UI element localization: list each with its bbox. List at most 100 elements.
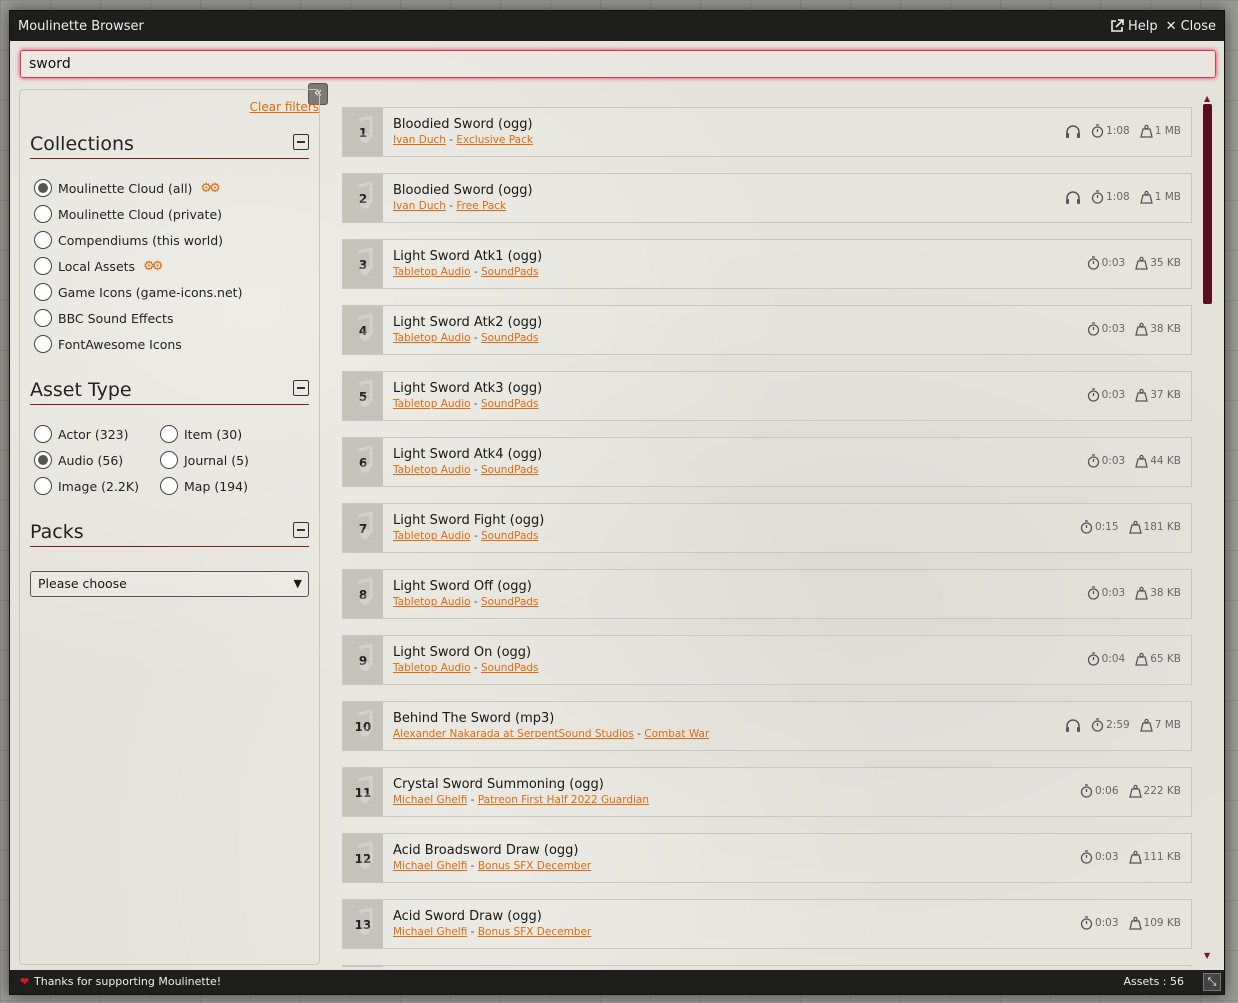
asset-type-option-journal[interactable]: Journal (5) — [160, 451, 249, 469]
result-credits: Alexander Nakarada at SerpentSound Studi… — [393, 728, 710, 740]
pack-link[interactable]: Free Pack — [456, 200, 506, 212]
result-thumbnail[interactable]: 8 — [343, 570, 383, 618]
pack-link[interactable]: Exclusive Pack — [456, 134, 533, 146]
collection-option-cloud-all[interactable]: Moulinette Cloud (all) ⚙⚙ — [34, 179, 221, 197]
search-input[interactable]: sword — [20, 50, 1216, 78]
settings-gears-icon[interactable]: ⚙⚙ — [143, 259, 163, 274]
result-row[interactable]: 9 Light Sword On (ogg) Tabletop Audio - So… — [342, 635, 1192, 685]
result-thumbnail[interactable]: 2 — [343, 174, 383, 222]
collection-option-game-icons[interactable]: Game Icons (game-icons.net) — [34, 283, 242, 301]
scrollbar-thumb[interactable] — [1203, 104, 1212, 304]
result-thumbnail[interactable]: 3 — [343, 240, 383, 288]
radio-button[interactable] — [160, 425, 178, 443]
scroll-up-arrow-icon[interactable]: ▲ — [1204, 94, 1210, 103]
collapse-collections-toggle[interactable] — [293, 134, 309, 150]
creator-link[interactable]: Alexander Nakarada at SerpentSound Studi… — [393, 728, 634, 740]
creator-link[interactable]: Tabletop Audio — [393, 596, 471, 608]
result-row[interactable]: 7 Light Sword Fight (ogg) Tabletop Audio -… — [342, 503, 1192, 553]
radio-button[interactable] — [34, 425, 52, 443]
pack-link[interactable]: Combat War — [644, 728, 709, 740]
radio-button[interactable] — [34, 309, 52, 327]
creator-link[interactable]: Michael Ghelfi — [393, 926, 467, 938]
result-thumbnail[interactable]: 5 — [343, 372, 383, 420]
creator-link[interactable]: Tabletop Audio — [393, 332, 471, 344]
creator-link[interactable]: Tabletop Audio — [393, 530, 471, 542]
creator-link[interactable]: Tabletop Audio — [393, 662, 471, 674]
result-row[interactable] — [342, 965, 1192, 967]
creator-link[interactable]: Tabletop Audio — [393, 464, 471, 476]
pack-link[interactable]: SoundPads — [481, 596, 539, 608]
collection-option-fontawesome[interactable]: FontAwesome Icons — [34, 335, 182, 353]
result-thumbnail[interactable]: 9 — [343, 636, 383, 684]
result-thumbnail[interactable]: 12 — [343, 834, 383, 882]
radio-button[interactable] — [34, 179, 52, 197]
collection-option-local-assets[interactable]: Local Assets ⚙⚙ — [34, 257, 163, 275]
creator-link[interactable]: Michael Ghelfi — [393, 860, 467, 872]
clear-filters-link[interactable]: Clear filters — [250, 100, 319, 114]
close-button[interactable]: ✕ Close — [1166, 19, 1216, 34]
result-thumbnail[interactable] — [343, 966, 383, 967]
settings-gears-icon[interactable]: ⚙⚙ — [200, 181, 220, 196]
headphones-icon[interactable] — [1065, 190, 1081, 204]
radio-button[interactable] — [160, 451, 178, 469]
pack-link[interactable]: SoundPads — [481, 398, 539, 410]
pack-link[interactable]: SoundPads — [481, 332, 539, 344]
collapse-asset-type-toggle[interactable] — [293, 380, 309, 396]
collapse-packs-toggle[interactable] — [293, 522, 309, 538]
asset-type-option-actor[interactable]: Actor (323) — [34, 425, 128, 443]
creator-link[interactable]: Ivan Duch — [393, 134, 446, 146]
result-row[interactable]: 5 Light Sword Atk3 (ogg) Tabletop Audio - … — [342, 371, 1192, 421]
stopwatch-icon — [1080, 916, 1093, 930]
radio-button[interactable] — [34, 283, 52, 301]
result-row[interactable]: 2 Bloodied Sword (ogg) Ivan Duch - Free Pa… — [342, 173, 1192, 223]
collection-option-cloud-private[interactable]: Moulinette Cloud (private) — [34, 205, 222, 223]
file-size-value: 37 KB — [1150, 389, 1181, 401]
result-row[interactable]: 13 Acid Sword Draw (ogg) Michael Ghelfi - … — [342, 899, 1192, 949]
result-thumbnail[interactable]: 7 — [343, 504, 383, 552]
pack-link[interactable]: Patreon First Half 2022 Guardian — [478, 794, 649, 806]
result-thumbnail[interactable]: 4 — [343, 306, 383, 354]
pack-link[interactable]: SoundPads — [481, 464, 539, 476]
radio-button[interactable] — [34, 335, 52, 353]
result-thumbnail[interactable]: 1 — [343, 108, 383, 156]
result-thumbnail[interactable]: 11 — [343, 768, 383, 816]
radio-button[interactable] — [34, 477, 52, 495]
result-thumbnail[interactable]: 13 — [343, 900, 383, 948]
result-row[interactable]: 12 Acid Broadsword Draw (ogg) Michael Ghel… — [342, 833, 1192, 883]
pack-link[interactable]: SoundPads — [481, 662, 539, 674]
result-row[interactable]: 1 Bloodied Sword (ogg) Ivan Duch - Exclusi… — [342, 107, 1192, 157]
collection-option-compendiums[interactable]: Compendiums (this world) — [34, 231, 223, 249]
resize-handle-icon[interactable]: ⤡ — [1203, 973, 1221, 991]
result-thumbnail[interactable]: 6 — [343, 438, 383, 486]
collection-option-bbc-sound[interactable]: BBC Sound Effects — [34, 309, 173, 327]
result-row[interactable]: 10 Behind The Sword (mp3) Alexander Nakara… — [342, 701, 1192, 751]
radio-button[interactable] — [34, 205, 52, 223]
pack-link[interactable]: SoundPads — [481, 266, 539, 278]
headphones-icon[interactable] — [1065, 718, 1081, 732]
radio-button[interactable] — [34, 231, 52, 249]
creator-link[interactable]: Michael Ghelfi — [393, 794, 467, 806]
asset-type-option-item[interactable]: Item (30) — [160, 425, 242, 443]
result-row[interactable]: 4 Light Sword Atk2 (ogg) Tabletop Audio - … — [342, 305, 1192, 355]
headphones-icon[interactable] — [1065, 124, 1081, 138]
result-row[interactable]: 8 Light Sword Off (ogg) Tabletop Audio - S… — [342, 569, 1192, 619]
scroll-down-arrow-icon[interactable]: ▼ — [1204, 951, 1210, 960]
pack-link[interactable]: SoundPads — [481, 530, 539, 542]
asset-type-option-image[interactable]: Image (2.2K) — [34, 477, 139, 495]
help-button[interactable]: Help — [1110, 19, 1158, 34]
pack-link[interactable]: Bonus SFX December — [478, 926, 591, 938]
result-row[interactable]: 11 Crystal Sword Summoning (ogg) Michael G… — [342, 767, 1192, 817]
radio-button[interactable] — [160, 477, 178, 495]
radio-button[interactable] — [34, 451, 52, 469]
radio-button[interactable] — [34, 257, 52, 275]
result-row[interactable]: 3 Light Sword Atk1 (ogg) Tabletop Audio - … — [342, 239, 1192, 289]
result-thumbnail[interactable]: 10 — [343, 702, 383, 750]
creator-link[interactable]: Tabletop Audio — [393, 398, 471, 410]
creator-link[interactable]: Ivan Duch — [393, 200, 446, 212]
packs-select[interactable]: Please choose ▼ — [30, 571, 309, 597]
asset-type-option-map[interactable]: Map (194) — [160, 477, 248, 495]
pack-link[interactable]: Bonus SFX December — [478, 860, 591, 872]
creator-link[interactable]: Tabletop Audio — [393, 266, 471, 278]
result-row[interactable]: 6 Light Sword Atk4 (ogg) Tabletop Audio - … — [342, 437, 1192, 487]
asset-type-option-audio[interactable]: Audio (56) — [34, 451, 123, 469]
